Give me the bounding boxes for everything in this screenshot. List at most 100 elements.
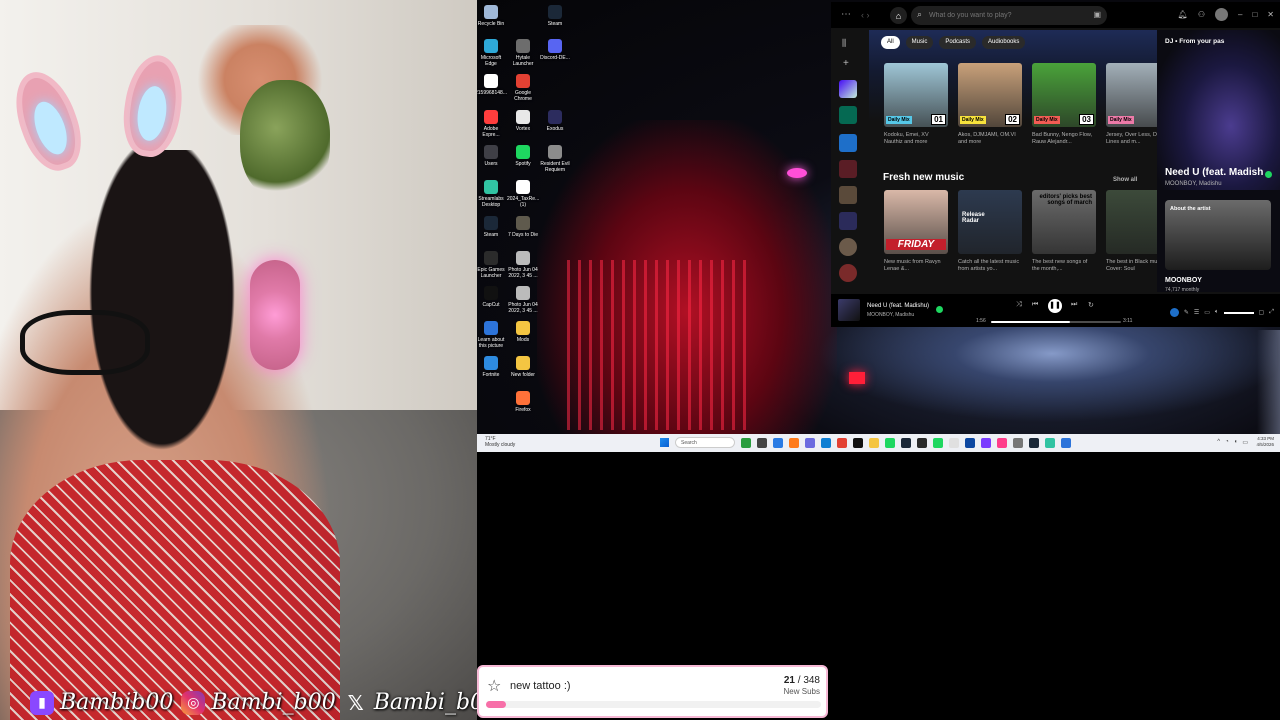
track-artist[interactable]: MOONBOY, Madishu <box>867 312 914 318</box>
desktop-icon[interactable]: Streamlabs Desktop <box>477 178 506 208</box>
daily-mix-card[interactable]: Daily Mix 03 Bad Bunny, Ñengo Flow, Rauw A… <box>1032 63 1096 146</box>
desktop-icon[interactable]: Photo Jun 04 2022, 3 45 ... <box>508 249 538 279</box>
now-playing-artist[interactable]: MOONBOY, Madishu <box>1165 181 1222 187</box>
network-icon[interactable]: ◔ <box>1225 439 1229 446</box>
chip-podcasts[interactable]: Podcasts <box>939 36 977 49</box>
now-playing-title[interactable]: Need U (feat. Madish <box>1165 167 1263 178</box>
taskbar-app-icon[interactable] <box>981 437 991 448</box>
taskbar-app-icon[interactable] <box>853 437 863 448</box>
desktop-icon[interactable]: Vortex <box>508 108 538 132</box>
taskbar-app-icon[interactable] <box>901 437 911 448</box>
maximize-icon[interactable]: □ <box>1252 10 1257 19</box>
volume-icon[interactable]: 🔈︎ <box>1215 309 1219 316</box>
your-episodes-item[interactable] <box>839 106 857 124</box>
about-artist-card[interactable]: About the artist <box>1165 200 1271 270</box>
taskbar-app-icon[interactable] <box>1029 437 1039 448</box>
close-icon[interactable]: ✕ <box>1267 10 1274 19</box>
miniplayer-icon[interactable]: ▢ <box>1259 309 1265 316</box>
playlist-card[interactable]: Release Radar Catch all the latest music … <box>958 190 1022 273</box>
friends-icon[interactable]: ⚇ <box>1198 10 1205 19</box>
taskbar-app-icon[interactable] <box>805 437 815 448</box>
library-icon[interactable]: ⫼ <box>842 38 846 49</box>
shuffle-icon[interactable]: ⤨ <box>1016 301 1022 309</box>
desktop-icon[interactable]: Hytale Launcher <box>508 37 538 67</box>
taskbar-app-icon[interactable] <box>965 437 975 448</box>
taskbar-clock[interactable]: 4:33 PM 4/5/2026 <box>1256 436 1274 448</box>
desktop-icon[interactable]: Adobe Expre... <box>477 108 506 138</box>
taskbar-app-icon[interactable] <box>1061 437 1071 448</box>
track-title[interactable]: Need U (feat. Madishu) <box>867 303 929 309</box>
taskbar-app-icon[interactable] <box>917 437 927 448</box>
desktop-icon[interactable]: New folder <box>508 354 538 378</box>
playlist-item[interactable] <box>839 212 857 230</box>
taskbar-app-icon[interactable] <box>757 437 767 448</box>
desktop-icon[interactable]: CapCut <box>477 284 506 308</box>
desktop-icon[interactable]: Microsoft Edge <box>477 37 506 67</box>
desktop-icon[interactable]: Steam <box>540 3 570 27</box>
taskbar-app-icon[interactable] <box>821 437 831 448</box>
desktop-icon[interactable]: Resident Evil Requiem <box>540 143 570 173</box>
chip-audiobooks[interactable]: Audiobooks <box>982 36 1026 49</box>
pause-button[interactable]: ❚❚ <box>1048 299 1062 313</box>
saved-check-icon[interactable] <box>936 306 943 313</box>
taskbar-app-icon[interactable] <box>997 437 1007 448</box>
desktop-icon[interactable]: 2159968148... <box>477 72 507 96</box>
add-icon[interactable]: + <box>843 58 849 69</box>
artist-item[interactable] <box>839 238 857 256</box>
weather-widget[interactable]: 71°F Mostly cloudy <box>485 436 515 448</box>
next-icon[interactable]: ⏭ <box>1071 301 1077 309</box>
daily-mix-card[interactable]: Daily Mix 02 Akos, DJMJAMI, OM.VI and more <box>958 63 1022 146</box>
taskbar-app-icon[interactable] <box>1045 437 1055 448</box>
desktop-icon[interactable]: Recycle Bin <box>477 3 506 27</box>
playlist-item[interactable] <box>839 160 857 178</box>
lyrics-icon[interactable]: ✎ <box>1184 309 1189 316</box>
taskbar-app-icon[interactable] <box>1013 437 1023 448</box>
now-playing-view-icon[interactable] <box>1169 308 1179 317</box>
desktop-icon[interactable]: Google Chrome <box>508 72 538 102</box>
bell-icon[interactable]: 🔔︎ <box>1178 10 1188 19</box>
volume-icon[interactable]: ◖ <box>1234 439 1238 446</box>
playlist-item[interactable] <box>839 134 857 152</box>
search-input[interactable] <box>929 9 1089 22</box>
desktop-icon[interactable]: Discord-DE... <box>540 37 570 61</box>
show-all-link[interactable]: Show all <box>1113 177 1137 183</box>
taskbar-search[interactable]: Search <box>675 437 735 448</box>
taskbar-app-icon[interactable] <box>933 437 943 448</box>
chip-all[interactable]: All <box>881 36 900 49</box>
saved-check-icon[interactable] <box>1265 171 1272 178</box>
taskbar-app-icon[interactable] <box>885 437 895 448</box>
desktop-icon[interactable]: Epic Games Launcher <box>477 249 506 279</box>
track-thumbnail[interactable] <box>838 299 860 321</box>
taskbar-app-icon[interactable] <box>837 437 847 448</box>
playback-progress[interactable] <box>991 321 1121 323</box>
menu-dots-icon[interactable]: ⋯ <box>841 9 851 20</box>
chevron-up-icon[interactable]: ^ <box>1217 439 1220 446</box>
taskbar-app-icon[interactable] <box>773 437 783 448</box>
artist-item[interactable] <box>839 264 857 282</box>
desktop-icon[interactable]: Spotify <box>508 143 538 167</box>
taskbar-app-icon[interactable] <box>949 437 959 448</box>
taskbar-app-icon[interactable] <box>789 437 799 448</box>
desktop-icon[interactable]: Users <box>477 143 506 167</box>
battery-icon[interactable]: ▭ <box>1242 439 1248 446</box>
desktop-icon[interactable]: Steam <box>477 214 506 238</box>
desktop-icon[interactable]: Mods <box>508 319 538 343</box>
repeat-icon[interactable]: ↻ <box>1088 301 1094 309</box>
avatar[interactable] <box>1215 8 1228 21</box>
home-icon[interactable]: ⌂ <box>890 7 907 24</box>
desktop-icon[interactable]: Firefox <box>508 389 538 413</box>
liked-songs-item[interactable] <box>839 80 857 98</box>
back-forward-arrows-icon[interactable]: ‹ › <box>861 10 870 20</box>
queue-icon[interactable]: ☰ <box>1194 309 1199 316</box>
browse-icon[interactable]: ▣ <box>1093 10 1101 19</box>
playlist-card[interactable]: editors' picks best songs of march The be… <box>1032 190 1096 273</box>
desktop-icon[interactable]: 7 Days to Die <box>508 214 538 238</box>
desktop-icon[interactable]: Photo Jun 04 2022, 3 45 ... <box>508 284 538 314</box>
devices-icon[interactable]: ▭ <box>1204 309 1210 316</box>
minimize-icon[interactable]: – <box>1238 10 1242 19</box>
desktop-icon[interactable]: Exodus <box>540 108 570 132</box>
desktop-icon[interactable]: Fortnite <box>477 354 506 378</box>
previous-icon[interactable]: ⏮ <box>1032 301 1038 309</box>
taskbar-app-icon[interactable] <box>741 437 751 448</box>
desktop-icon[interactable]: 2024_TaxRe... (1) <box>507 178 539 208</box>
